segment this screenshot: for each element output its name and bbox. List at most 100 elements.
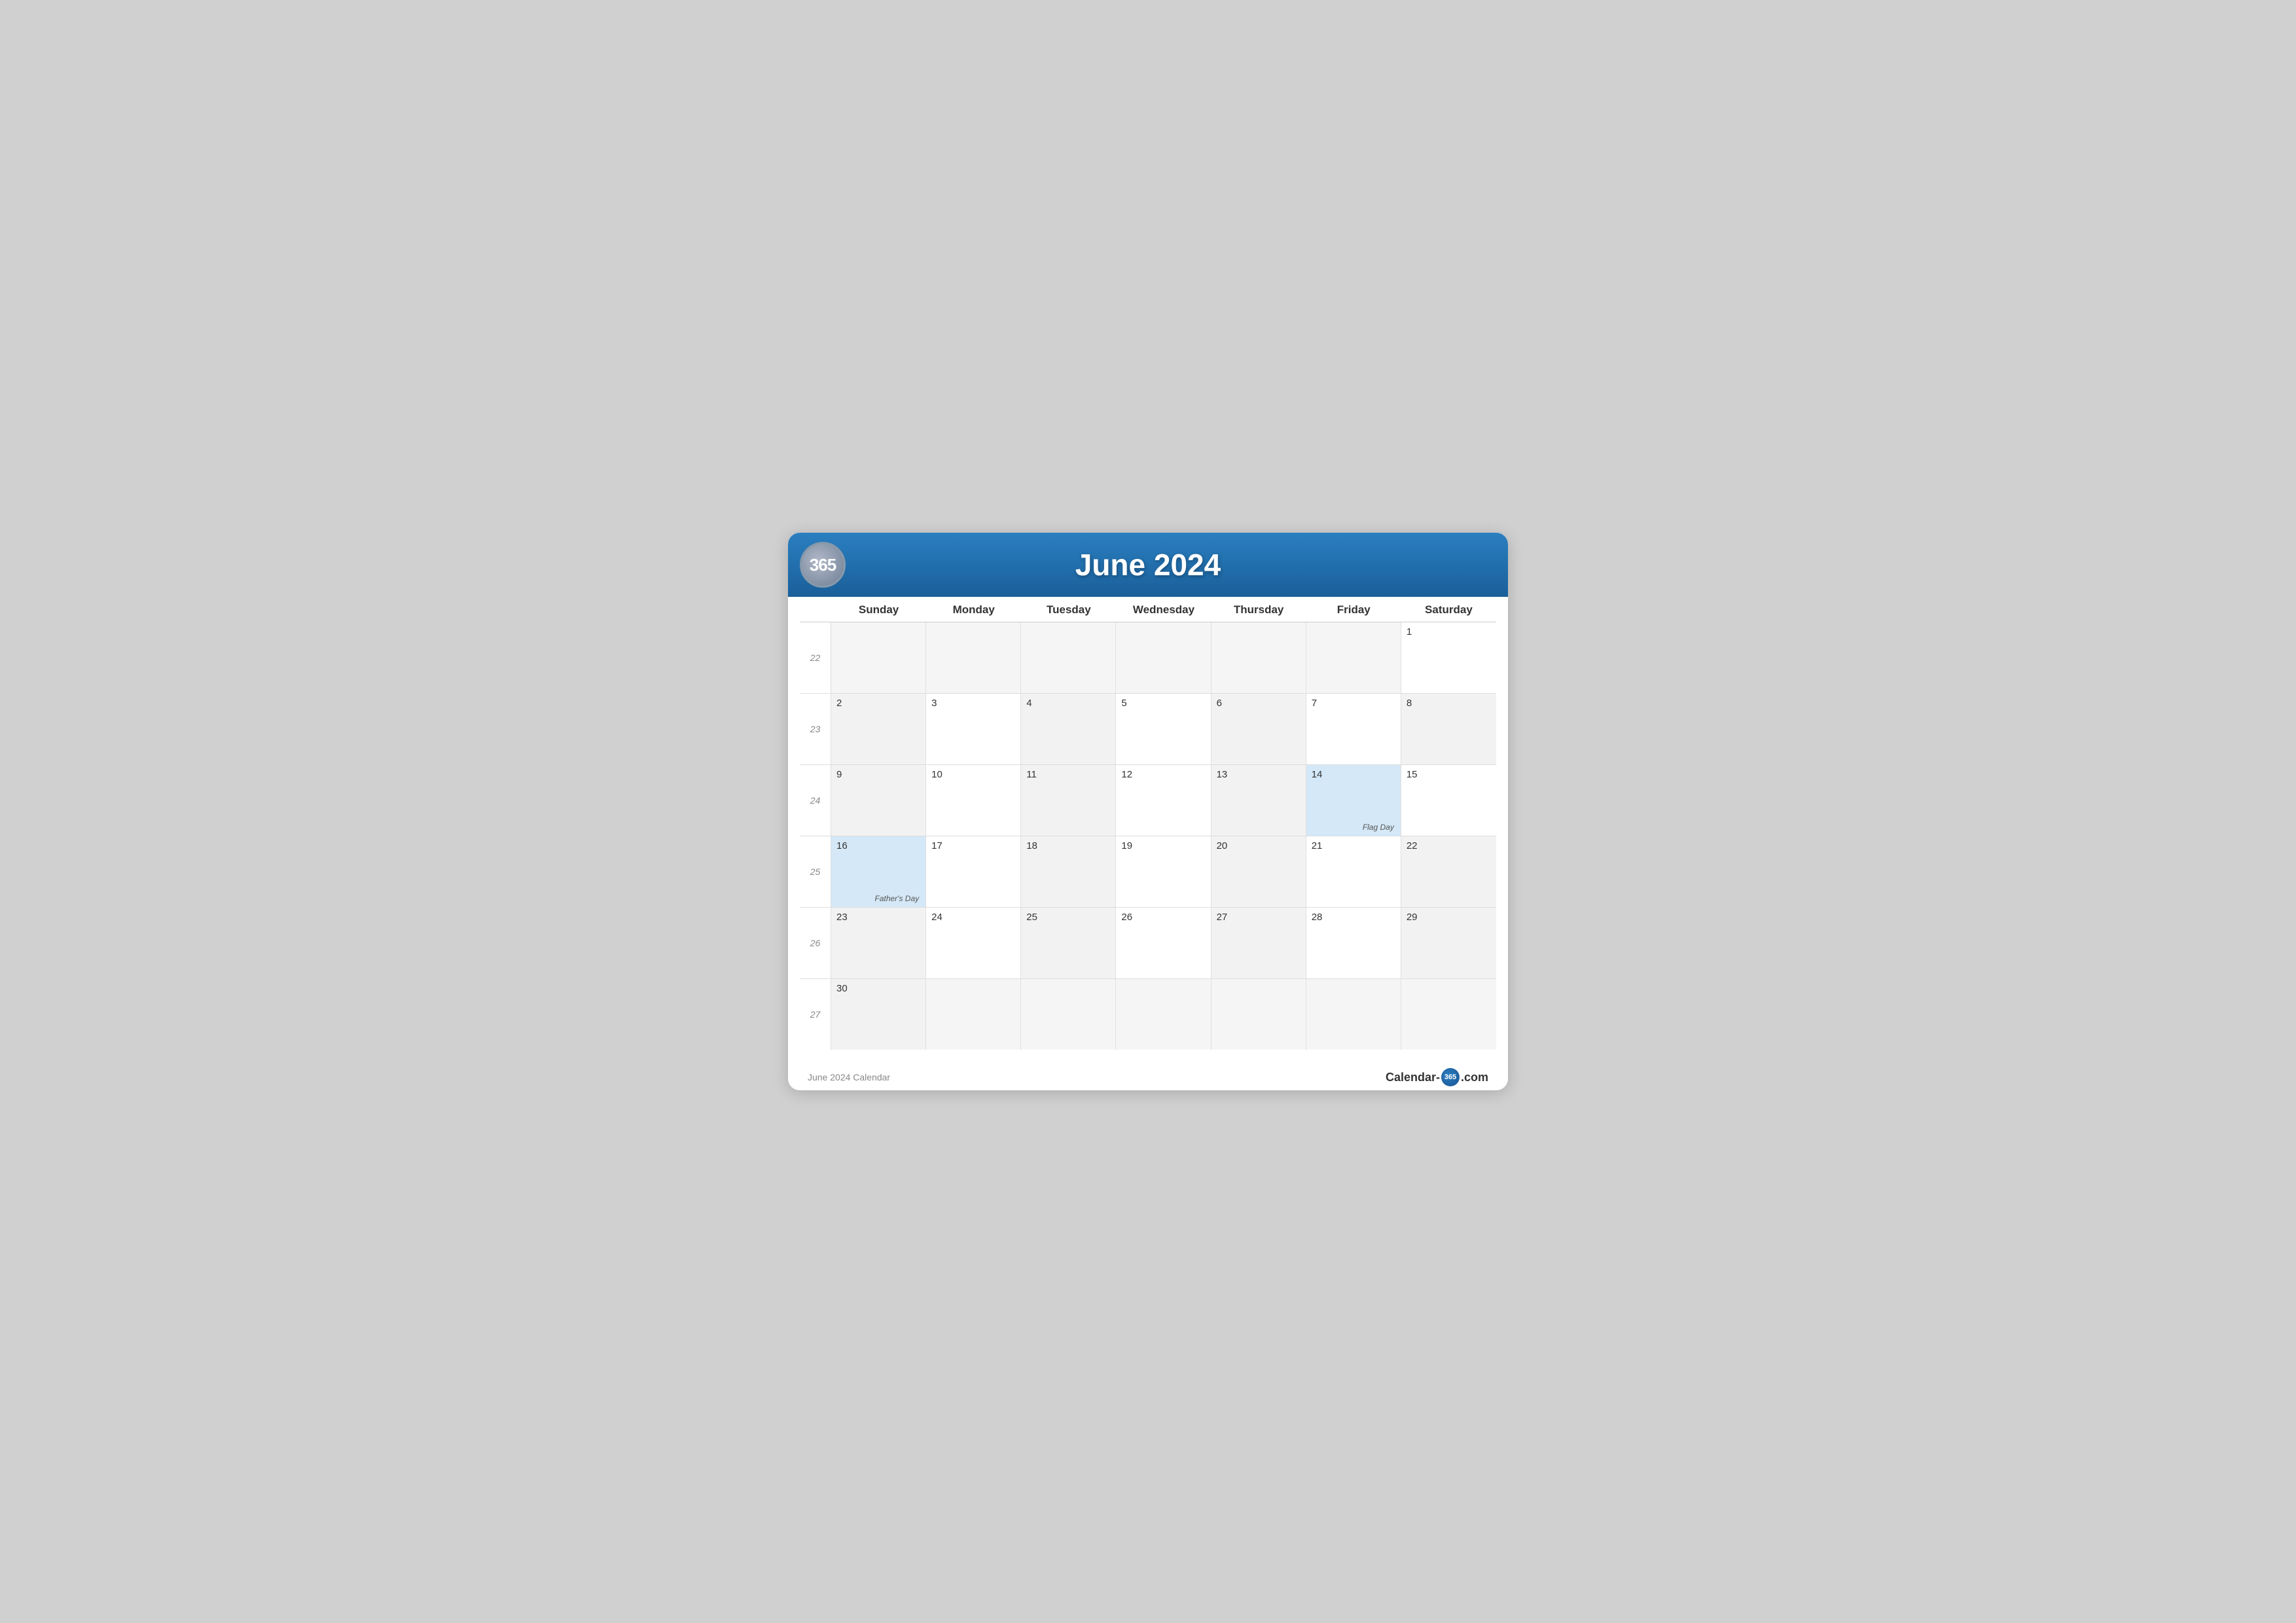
- day-number-23: 23: [836, 912, 920, 923]
- footer-right: Calendar- 365 .com: [1386, 1068, 1488, 1086]
- calendar-cell-19[interactable]: 19: [1116, 836, 1211, 907]
- calendar-cell-empty[interactable]: [926, 622, 1021, 693]
- calendar-week-3: 2491011121314Flag Day15: [800, 765, 1496, 836]
- week-number-23: 23: [800, 694, 831, 764]
- day-number-14: 14: [1312, 769, 1395, 780]
- day-header-wednesday: Wednesday: [1116, 597, 1211, 622]
- calendar-week-2: 232345678: [800, 694, 1496, 765]
- calendar-cell-27[interactable]: 27: [1211, 908, 1306, 978]
- calendar-cell-26[interactable]: 26: [1116, 908, 1211, 978]
- calendar-cell-12[interactable]: 12: [1116, 765, 1211, 836]
- day-header-saturday: Saturday: [1401, 597, 1496, 622]
- calendar-cell-11[interactable]: 11: [1021, 765, 1116, 836]
- day-number-25: 25: [1026, 912, 1110, 923]
- week-number-25: 25: [800, 836, 831, 907]
- day-number-7: 7: [1312, 698, 1395, 709]
- calendar-cell-empty[interactable]: [1021, 979, 1116, 1050]
- day-header-sunday: Sunday: [831, 597, 926, 622]
- calendar-cell-10[interactable]: 10: [926, 765, 1021, 836]
- calendar-cell-2[interactable]: 2: [831, 694, 926, 764]
- day-number-5: 5: [1121, 698, 1205, 709]
- week-number-27: 27: [800, 979, 831, 1050]
- calendar-cell-empty[interactable]: [926, 979, 1021, 1050]
- day-number-17: 17: [931, 840, 1015, 851]
- day-number-15: 15: [1407, 769, 1491, 780]
- calendar-body: Sunday Monday Tuesday Wednesday Thursday…: [788, 597, 1508, 1061]
- day-number-22: 22: [1407, 840, 1491, 851]
- day-number-9: 9: [836, 769, 920, 780]
- calendar-week-6: 27 30: [800, 979, 1496, 1050]
- calendar-cell-8[interactable]: 8: [1401, 694, 1496, 764]
- calendar-cell-empty[interactable]: [1021, 622, 1116, 693]
- calendar-cell-6[interactable]: 6: [1211, 694, 1306, 764]
- calendar-grid: 2212323456782491011121314Flag Day152516F…: [800, 622, 1496, 1050]
- calendar-cell-9[interactable]: 9: [831, 765, 926, 836]
- calendar-cell-24[interactable]: 24: [926, 908, 1021, 978]
- calendar-cell-4[interactable]: 4: [1021, 694, 1116, 764]
- day-number-13: 13: [1217, 769, 1300, 780]
- event-label-flag-day: Flag Day: [1312, 823, 1395, 832]
- calendar-cell-25[interactable]: 25: [1021, 908, 1116, 978]
- footer-logo-circle: 365: [1441, 1068, 1460, 1086]
- day-number-3: 3: [931, 698, 1015, 709]
- day-number-4: 4: [1026, 698, 1110, 709]
- week-number-26: 26: [800, 908, 831, 978]
- day-header-monday: Monday: [926, 597, 1021, 622]
- calendar-cell-17[interactable]: 17: [926, 836, 1021, 907]
- event-label-father's-day: Father's Day: [836, 894, 920, 903]
- calendar-cell-empty[interactable]: [1211, 979, 1306, 1050]
- day-number-26: 26: [1121, 912, 1205, 923]
- calendar-week-5: 26 23 24 25 26 2728 29: [800, 908, 1496, 979]
- day-header-thursday: Thursday: [1211, 597, 1306, 622]
- logo-circle: 365: [800, 542, 846, 588]
- day-number-6: 6: [1217, 698, 1300, 709]
- calendar-cell-29[interactable]: 29: [1401, 908, 1496, 978]
- calendar-header: 365 June 2024: [788, 533, 1508, 597]
- days-header: Sunday Monday Tuesday Wednesday Thursday…: [800, 597, 1496, 622]
- day-number-10: 10: [931, 769, 1015, 780]
- calendar-container: 365 June 2024 Sunday Monday Tuesday Wedn…: [788, 533, 1508, 1090]
- day-number-29: 29: [1407, 912, 1491, 923]
- day-number-21: 21: [1312, 840, 1395, 851]
- footer-calendar-text: Calendar-: [1386, 1071, 1440, 1084]
- calendar-cell-empty[interactable]: [1306, 622, 1401, 693]
- calendar-cell-empty[interactable]: [1306, 979, 1401, 1050]
- calendar-cell-16[interactable]: 16 Father's Day: [831, 836, 926, 907]
- day-number-20: 20: [1217, 840, 1300, 851]
- calendar-cell-30[interactable]: 30: [831, 979, 926, 1050]
- day-number-19: 19: [1121, 840, 1205, 851]
- calendar-cell-20[interactable]: 20: [1211, 836, 1306, 907]
- calendar-cell-empty[interactable]: [1116, 979, 1211, 1050]
- day-number-24: 24: [931, 912, 1015, 923]
- calendar-cell-3[interactable]: 3: [926, 694, 1021, 764]
- day-number-30: 30: [836, 983, 920, 994]
- calendar-cell-empty[interactable]: [1116, 622, 1211, 693]
- calendar-cell-22[interactable]: 22: [1401, 836, 1496, 907]
- calendar-cell-empty[interactable]: [1211, 622, 1306, 693]
- week-number-22: 22: [800, 622, 831, 693]
- calendar-cell-13[interactable]: 13: [1211, 765, 1306, 836]
- calendar-cell-15[interactable]: 15: [1401, 765, 1496, 836]
- calendar-cell-1[interactable]: 1: [1401, 622, 1496, 693]
- day-number-8: 8: [1407, 698, 1491, 709]
- day-number-2: 2: [836, 698, 920, 709]
- header-title: June 2024: [808, 539, 1488, 590]
- calendar-cell-23[interactable]: 23: [831, 908, 926, 978]
- footer-domain-suffix: .com: [1461, 1071, 1488, 1084]
- calendar-cell-18[interactable]: 18: [1021, 836, 1116, 907]
- day-header-friday: Friday: [1306, 597, 1401, 622]
- calendar-week-4: 25 16 Father's Day 17 18 19 20 21 22: [800, 836, 1496, 908]
- calendar-footer: June 2024 Calendar Calendar- 365 .com: [788, 1061, 1508, 1090]
- calendar-cell-28[interactable]: 28: [1306, 908, 1401, 978]
- calendar-cell-21[interactable]: 21: [1306, 836, 1401, 907]
- day-number-18: 18: [1026, 840, 1110, 851]
- footer-left-text: June 2024 Calendar: [808, 1072, 890, 1082]
- day-number-16: 16: [836, 840, 920, 851]
- week-num-header-spacer: [800, 597, 831, 622]
- day-number-1: 1: [1407, 626, 1491, 637]
- calendar-cell-7[interactable]: 7: [1306, 694, 1401, 764]
- calendar-cell-empty[interactable]: [1401, 979, 1496, 1050]
- calendar-cell-empty[interactable]: [831, 622, 926, 693]
- calendar-cell-14[interactable]: 14 Flag Day: [1306, 765, 1401, 836]
- calendar-cell-5[interactable]: 5: [1116, 694, 1211, 764]
